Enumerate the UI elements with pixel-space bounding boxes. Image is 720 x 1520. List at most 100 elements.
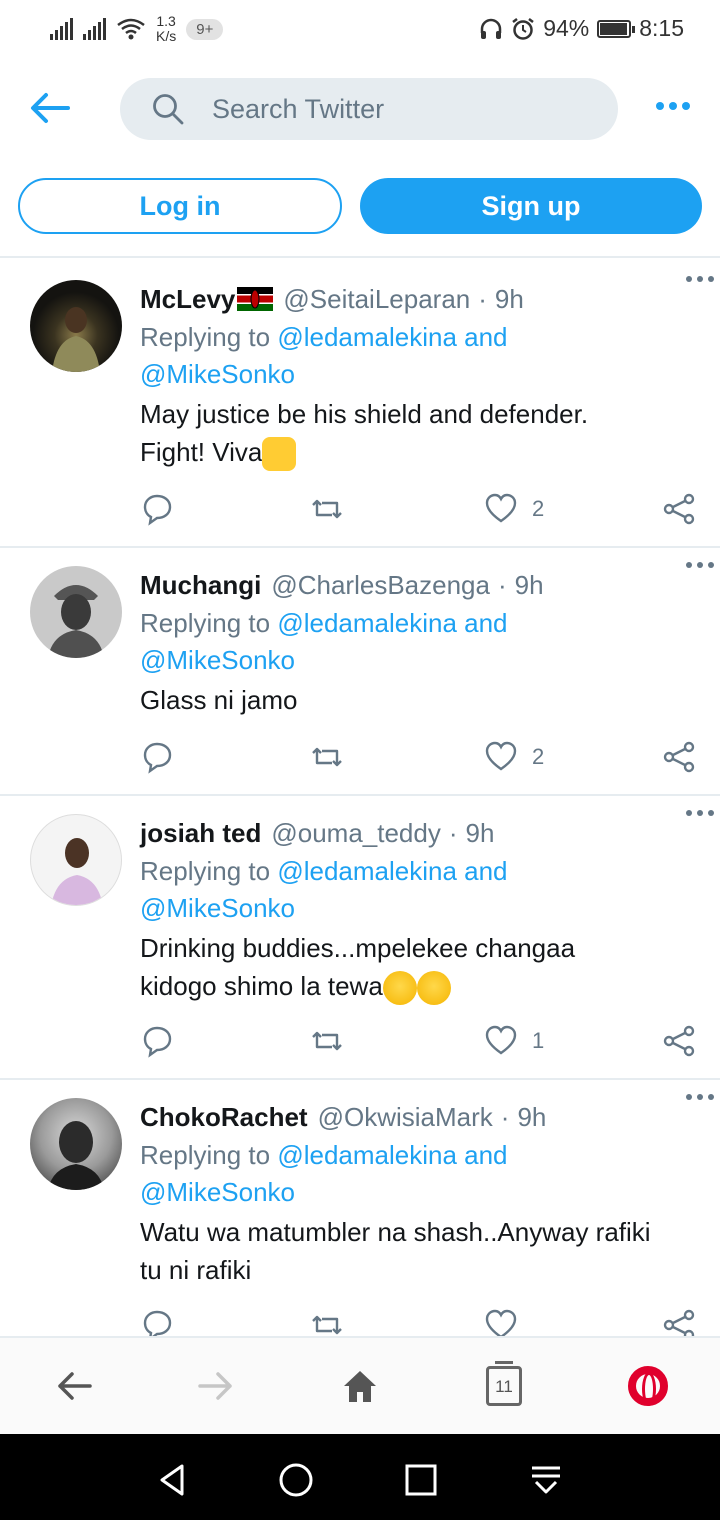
share-button[interactable] <box>662 740 696 774</box>
share-icon <box>663 741 695 773</box>
timestamp[interactable]: 9h <box>466 816 495 850</box>
like-button[interactable]: 1 <box>484 1024 544 1058</box>
separator-dot: · <box>500 1102 510 1132</box>
like-button[interactable] <box>484 1308 518 1336</box>
tweet-feed: McLevy @SeitaiLeparan · 9h Replying to @… <box>0 262 720 1336</box>
alarm-icon <box>512 17 534 40</box>
kenya-flag-icon <box>237 287 274 311</box>
tweet-header: McLevy @SeitaiLeparan · 9h <box>140 282 696 316</box>
browser-forward-icon[interactable] <box>196 1366 236 1406</box>
tweet[interactable]: McLevy @SeitaiLeparan · 9h Replying to @… <box>0 262 720 548</box>
tweet-more-icon[interactable] <box>686 810 714 816</box>
avatar[interactable] <box>30 280 122 372</box>
retweet-button[interactable] <box>310 1308 344 1336</box>
heart-icon <box>485 493 517 523</box>
status-right: 94% 8:15 <box>479 15 684 42</box>
handle[interactable]: @SeitaiLeparan <box>283 282 470 316</box>
tweet-body: josiah ted @ouma_teddy · 9h Replying to … <box>140 816 696 1006</box>
headphones-icon <box>480 18 502 39</box>
clock: 8:15 <box>639 15 684 41</box>
timestamp[interactable]: 9h <box>517 1100 546 1134</box>
display-name[interactable]: ChokoRachet <box>140 1100 308 1134</box>
home-icon[interactable] <box>340 1366 380 1406</box>
mention-link[interactable]: @ledamalekina and <box>277 856 507 886</box>
tweet-more-icon[interactable] <box>686 276 714 282</box>
tweet-text-line: Glass ni jamo <box>140 685 298 715</box>
retweet-icon <box>312 747 342 767</box>
retweet-icon <box>312 1315 342 1335</box>
reply-button[interactable] <box>140 1024 174 1058</box>
tweet[interactable]: josiah ted @ouma_teddy · 9h Replying to … <box>0 796 720 1080</box>
reply-button[interactable] <box>140 740 174 774</box>
mention-link[interactable]: @ledamalekina and <box>277 608 507 638</box>
nav-home-icon[interactable] <box>276 1460 316 1500</box>
share-button[interactable] <box>662 1308 696 1336</box>
tweet-actions <box>140 1308 696 1336</box>
notification-pulldown-icon[interactable] <box>526 1460 566 1500</box>
signal-icon <box>50 18 73 40</box>
mention-link[interactable]: @MikeSonko <box>140 1177 295 1207</box>
timestamp[interactable]: 9h <box>495 282 524 316</box>
search-input[interactable] <box>212 93 592 125</box>
nav-back-icon[interactable] <box>152 1460 192 1500</box>
like-button[interactable]: 2 <box>484 740 544 774</box>
nav-recents-icon[interactable] <box>401 1460 441 1500</box>
reply-icon <box>143 1310 172 1336</box>
mention-link[interactable]: @MikeSonko <box>140 645 295 675</box>
tweet[interactable]: ChokoRachet @OkwisiaMark · 9h Replying t… <box>0 1080 720 1336</box>
like-button[interactable]: 2 <box>484 492 544 526</box>
tweet-text-line: kidogo shimo la tewa <box>140 971 383 1001</box>
avatar[interactable] <box>30 814 122 906</box>
rolling-laughing-emoji <box>382 971 417 1006</box>
like-count: 2 <box>532 496 545 521</box>
tweet-text: Drinking buddies...mpelekee changaa kido… <box>140 929 696 1006</box>
tweet-actions: 2 <box>140 740 696 780</box>
tweet-body: McLevy @SeitaiLeparan · 9h Replying to @… <box>140 282 696 472</box>
separator-dot: · <box>497 570 507 600</box>
login-button[interactable]: Log in <box>18 178 342 234</box>
tweet-text-line: Fight! Viva <box>140 437 263 467</box>
timestamp[interactable]: 9h <box>515 568 544 602</box>
browser-back-icon[interactable] <box>54 1366 94 1406</box>
share-button[interactable] <box>662 492 696 526</box>
battery-icon <box>597 19 636 38</box>
signal-icon-2 <box>83 18 106 40</box>
notification-badge: 9+ <box>186 18 224 40</box>
tweet-more-icon[interactable] <box>686 1094 714 1100</box>
handle[interactable]: @CharlesBazenga <box>271 568 490 602</box>
signup-button[interactable]: Sign up <box>360 178 702 234</box>
retweet-button[interactable] <box>310 740 344 774</box>
mention-link[interactable]: @MikeSonko <box>140 359 295 389</box>
tweet-text-line: Drinking buddies...mpelekee changaa <box>140 933 576 963</box>
avatar[interactable] <box>30 1098 122 1190</box>
raised-fist-emoji <box>262 437 297 472</box>
mention-link[interactable]: @ledamalekina and <box>277 1140 507 1170</box>
handle[interactable]: @OkwisiaMark <box>318 1100 493 1134</box>
reply-button[interactable] <box>140 1308 174 1336</box>
replying-to: Replying to @ledamalekina and @MikeSonko <box>140 853 696 927</box>
opera-menu-icon[interactable] <box>628 1366 668 1406</box>
tweet-more-icon[interactable] <box>686 562 714 568</box>
share-button[interactable] <box>662 1024 696 1058</box>
heart-icon <box>485 1309 517 1336</box>
display-name[interactable]: McLevy <box>140 282 235 316</box>
back-arrow-icon[interactable] <box>28 90 70 126</box>
tweet-header: ChokoRachet @OkwisiaMark · 9h <box>140 1100 696 1134</box>
retweet-button[interactable] <box>310 492 344 526</box>
avatar[interactable] <box>30 566 122 658</box>
display-name[interactable]: josiah ted <box>140 816 261 850</box>
tabs-button[interactable]: 11 <box>486 1361 522 1406</box>
retweet-icon <box>312 499 342 519</box>
reply-button[interactable] <box>140 492 174 526</box>
heart-icon <box>485 1025 517 1055</box>
more-options-icon[interactable] <box>656 102 690 110</box>
mention-link[interactable]: @ledamalekina and <box>277 322 507 352</box>
tweet[interactable]: Muchangi @CharlesBazenga · 9h Replying t… <box>0 548 720 796</box>
display-name[interactable]: Muchangi <box>140 568 261 602</box>
separator-dot: · <box>448 818 458 848</box>
search-box[interactable] <box>120 78 618 140</box>
retweet-button[interactable] <box>310 1024 344 1058</box>
separator-dot: · <box>478 284 487 314</box>
handle[interactable]: @ouma_teddy <box>271 816 441 850</box>
mention-link[interactable]: @MikeSonko <box>140 893 295 923</box>
